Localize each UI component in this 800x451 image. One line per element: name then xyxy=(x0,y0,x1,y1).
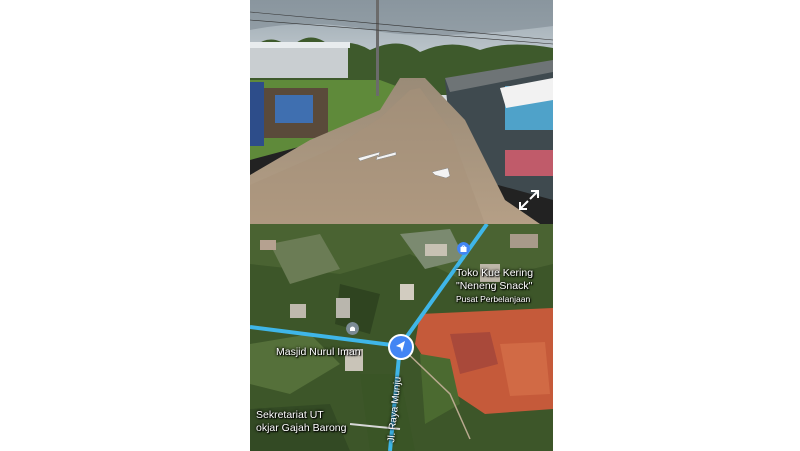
expand-arrows-icon[interactable] xyxy=(517,188,541,212)
satellite-map[interactable]: Toko Kue Kering "Neneng Snack" Pusat Per… xyxy=(250,224,553,451)
shopping-bag-icon[interactable] xyxy=(457,242,470,255)
street-view-scene xyxy=(250,0,553,224)
place-label-sekretariat[interactable]: Sekretariat UT okjar Gajah Barong xyxy=(256,409,346,435)
phone-screen: Toko Kue Kering "Neneng Snack" Pusat Per… xyxy=(250,0,553,451)
street-view-panel[interactable] xyxy=(250,0,553,224)
location-arrow-icon[interactable] xyxy=(388,334,414,360)
place-label-masjid[interactable]: Masjid Nurul Iman xyxy=(276,346,361,359)
place-category-label: Pusat Perbelanjaan xyxy=(456,294,531,304)
mosque-icon[interactable] xyxy=(346,322,359,335)
place-label-toko-kue[interactable]: Toko Kue Kering "Neneng Snack" xyxy=(456,267,533,293)
